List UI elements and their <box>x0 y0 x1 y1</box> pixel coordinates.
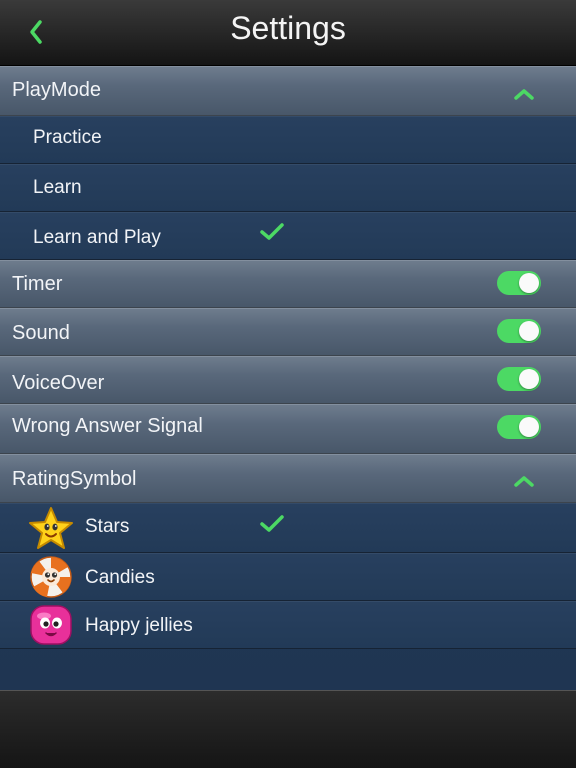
toggle-knob <box>519 273 539 293</box>
wrong-answer-signal-toggle[interactable] <box>497 415 541 439</box>
option-label: Candies <box>85 567 155 588</box>
timer-label: Timer <box>12 273 63 295</box>
jelly-icon <box>30 605 72 645</box>
ratingsymbol-option-stars[interactable]: Stars <box>0 503 576 553</box>
playmode-header[interactable]: PlayMode <box>0 66 576 116</box>
settings-list: PlayMode Practice Learn Learn and Play T… <box>0 66 576 690</box>
option-label: Practice <box>33 127 102 148</box>
ratingsymbol-option-candies[interactable]: Candies <box>0 553 576 601</box>
candy-icon <box>30 556 72 598</box>
option-label: Learn and Play <box>33 227 161 248</box>
toggle-knob <box>519 417 539 437</box>
checkmark-icon <box>260 515 284 532</box>
voiceover-row: VoiceOver <box>0 356 576 404</box>
checkmark-icon <box>260 223 284 240</box>
sound-row: Sound <box>0 308 576 356</box>
playmode-option-learn-and-play[interactable]: Learn and Play <box>0 212 576 260</box>
sound-label: Sound <box>12 322 70 344</box>
option-label: Learn <box>33 177 82 198</box>
timer-row: Timer <box>0 260 576 308</box>
chevron-up-icon <box>514 89 534 100</box>
wrong-answer-signal-label: Wrong Answer Signal <box>12 415 203 437</box>
toggle-knob <box>519 369 539 389</box>
option-label: Happy jellies <box>85 615 193 636</box>
ratingsymbol-header[interactable]: RatingSymbol <box>0 454 576 503</box>
option-label: Stars <box>85 516 130 537</box>
voiceover-label: VoiceOver <box>12 372 105 394</box>
ratingsymbol-option-happy-jellies[interactable]: Happy jellies <box>0 601 576 649</box>
chevron-up-icon <box>514 476 534 487</box>
star-icon <box>29 507 73 549</box>
toggle-knob <box>519 321 539 341</box>
voiceover-toggle[interactable] <box>497 367 541 391</box>
wrong-answer-signal-row: Wrong Answer Signal <box>0 404 576 454</box>
page-title: Settings <box>230 10 346 46</box>
nav-bar: Settings <box>0 0 576 66</box>
bottom-bar <box>0 690 576 768</box>
timer-toggle[interactable] <box>497 271 541 295</box>
sound-toggle[interactable] <box>497 319 541 343</box>
playmode-option-learn[interactable]: Learn <box>0 164 576 212</box>
playmode-option-practice[interactable]: Practice <box>0 116 576 164</box>
ratingsymbol-label: RatingSymbol <box>12 468 137 490</box>
playmode-label: PlayMode <box>12 79 101 101</box>
